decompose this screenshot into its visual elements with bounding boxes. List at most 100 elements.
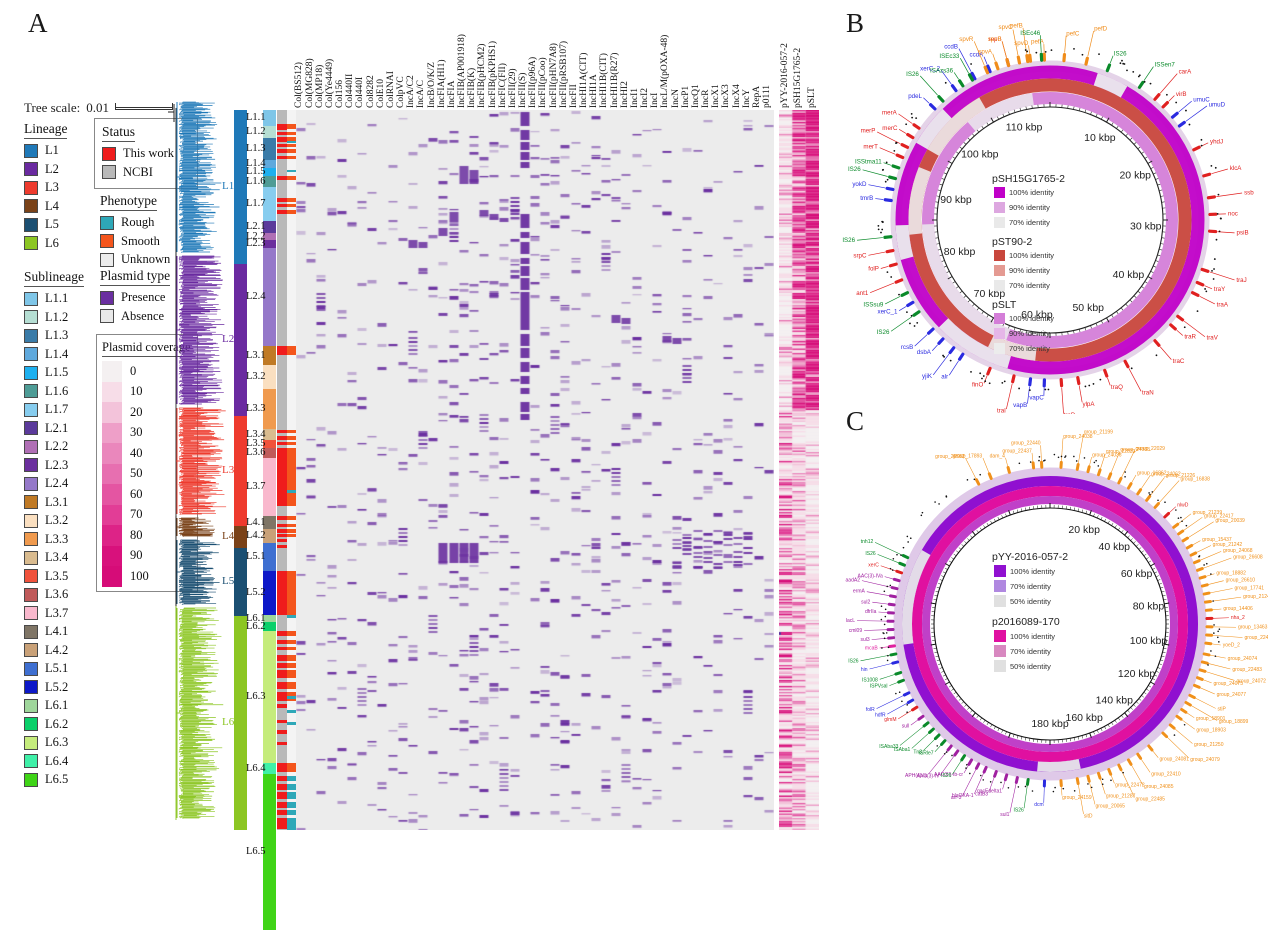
sublineage-row: L6.2 — [24, 717, 84, 732]
phylogenetic-tree — [168, 100, 228, 830]
panel-c-gene-label: sul2 — [861, 599, 870, 605]
status-mark — [277, 704, 287, 708]
panel-b-gene-label: merC — [882, 125, 898, 132]
sublineage-label: L3.5 — [45, 569, 68, 584]
panel-b-gene-label: traA — [1217, 302, 1229, 309]
panel-c-gene-label: group_18882 — [1216, 570, 1246, 576]
panel-b-gene-label: ISStma11 — [855, 159, 882, 166]
tree-scale: Tree scale: 0.01 — [24, 100, 173, 116]
sublineage-label: L6.5 — [45, 772, 68, 787]
panel-b-ring1-identity-label: 100% identity — [1009, 188, 1054, 197]
status-mark — [287, 490, 296, 493]
status-mark — [277, 810, 287, 815]
panel-b-gene-label: traR — [1184, 333, 1196, 340]
panel-c-gene-label: IS26 — [865, 551, 876, 557]
lineage-label: L1 — [222, 180, 234, 192]
coverage-legend-label: 50 — [130, 466, 143, 481]
lineage-swatch — [24, 181, 38, 195]
panel-c-gene-label: group_22483 — [1232, 667, 1262, 673]
heatmap-column-header: Col(BS512) — [294, 62, 304, 108]
lineage-label: L6 — [45, 236, 59, 251]
sublineage-swatch — [24, 514, 38, 528]
heatmap-column-header: IncY — [742, 89, 752, 108]
sublineage-row: L4.1 — [24, 624, 84, 639]
status-mark — [287, 430, 296, 433]
sublineage-row: L6.5 — [24, 772, 84, 787]
panel-b-gene-label: srpC — [853, 252, 867, 259]
coverage-legend-swatch — [102, 566, 122, 587]
lineage-label: L5 — [222, 575, 234, 587]
sublineage-swatch — [24, 347, 38, 361]
panel-c-ring2-identity-label: 100% identity — [1010, 632, 1055, 641]
coverage-legend-label: 40 — [130, 446, 143, 461]
sublineage-label: L5.1 — [45, 661, 68, 676]
status-mark — [287, 516, 296, 520]
sublineage-label: L1.6 — [246, 176, 266, 187]
sublineage-row: L2.2 — [24, 439, 84, 454]
sublineage-swatch — [24, 551, 38, 565]
panel-c-gene-label: APH(4)-Ia — [905, 773, 927, 779]
coverage-column-header: pSLT — [807, 87, 817, 108]
heatmap-column-header: IncFII(29) — [508, 68, 518, 108]
status-mark — [277, 534, 287, 537]
status-mark — [287, 144, 296, 147]
coverage-legend-swatch — [102, 484, 122, 505]
status-mark — [277, 210, 287, 214]
panel-b-gene-label: klcA — [1230, 165, 1243, 172]
panel-c-gene-label: group_22410 — [1151, 771, 1181, 777]
heatmap-column-header: Col(MP18) — [315, 65, 325, 108]
status-mark — [277, 655, 287, 661]
panel-c-gene-label: group_20039 — [1215, 518, 1245, 524]
panel-c-ring2-identity-label: 50% identity — [1010, 662, 1051, 671]
panel-c-axis-tick: 120 kbp — [1118, 668, 1156, 680]
panel-b-gene-label: merP — [861, 128, 876, 135]
sublineage-row: L6.4 — [24, 754, 84, 769]
panel-c-gene-label: nlwD — [1177, 503, 1189, 509]
sublineage-label: L3.6 — [45, 587, 68, 602]
sublineage-swatch — [24, 292, 38, 306]
sublineage-label: L2.4 — [45, 476, 68, 491]
sublineage-label: L3.4 — [45, 550, 68, 565]
status-mark — [287, 156, 296, 159]
plasmid-coverage-heatmap[interactable] — [779, 110, 819, 830]
legend-plasmid-type: Plasmid type PresenceAbsence — [100, 267, 170, 327]
sublineage-label: L6.3 — [246, 691, 266, 702]
panel-b-gene-label: dsbA — [917, 349, 932, 356]
coverage-legend-label: 90 — [130, 548, 143, 563]
panel-b-gene-label: ISAzs36 — [930, 67, 954, 74]
panel-b-gene-label: umuD — [1209, 101, 1226, 108]
heatmap-column-header: Col440I — [355, 77, 365, 108]
sublineage-row: L1.2 — [24, 310, 84, 325]
heatmap-column-header: IncR — [701, 90, 711, 108]
panel-c-gene-label: mcaB — [865, 646, 878, 652]
panel-c-gene-label: sul1 — [1000, 812, 1009, 818]
panel-b-gene-label: ISEc46 — [1020, 30, 1041, 37]
heatmap-column-header: IncX3 — [721, 84, 731, 108]
plasmid-replicon-heatmap[interactable] — [296, 110, 774, 830]
sublineage-row: L3.5 — [24, 569, 84, 584]
panel-c-gene-label: group_21245 — [1243, 594, 1268, 600]
status-mark — [277, 647, 287, 650]
status-mark — [277, 436, 287, 440]
tree-scale-value: 0.01 — [86, 100, 109, 116]
phenotype-swatch — [100, 216, 114, 230]
panel-b-gene-label: IS26 — [842, 237, 855, 244]
sublineage-label: L6.3 — [45, 735, 68, 750]
sublineage-label: L6.5 — [246, 846, 266, 857]
sublineage-swatch — [24, 421, 38, 435]
panel-c-gene-label: dcm — [1034, 802, 1043, 808]
sublineage-label: L3.3 — [45, 532, 68, 547]
status-swatch — [102, 147, 116, 161]
panel-c-gene-label: AAC(3)-IVa — [858, 573, 883, 579]
status-mark — [287, 149, 296, 153]
status-mark — [287, 663, 296, 668]
heatmap-column-header: IncI2 — [640, 88, 650, 108]
panel-c-gene-label: arr-3 — [951, 795, 962, 801]
panel-a-letter: A — [28, 8, 48, 39]
status-mark — [277, 802, 287, 808]
status-mark — [277, 730, 287, 734]
sublineage-swatch — [24, 699, 38, 713]
panel-c-ring2-identity-label: 70% identity — [1010, 647, 1051, 656]
sublineage-row: L6.1 — [24, 698, 84, 713]
coverage-legend-label: 80 — [130, 528, 143, 543]
